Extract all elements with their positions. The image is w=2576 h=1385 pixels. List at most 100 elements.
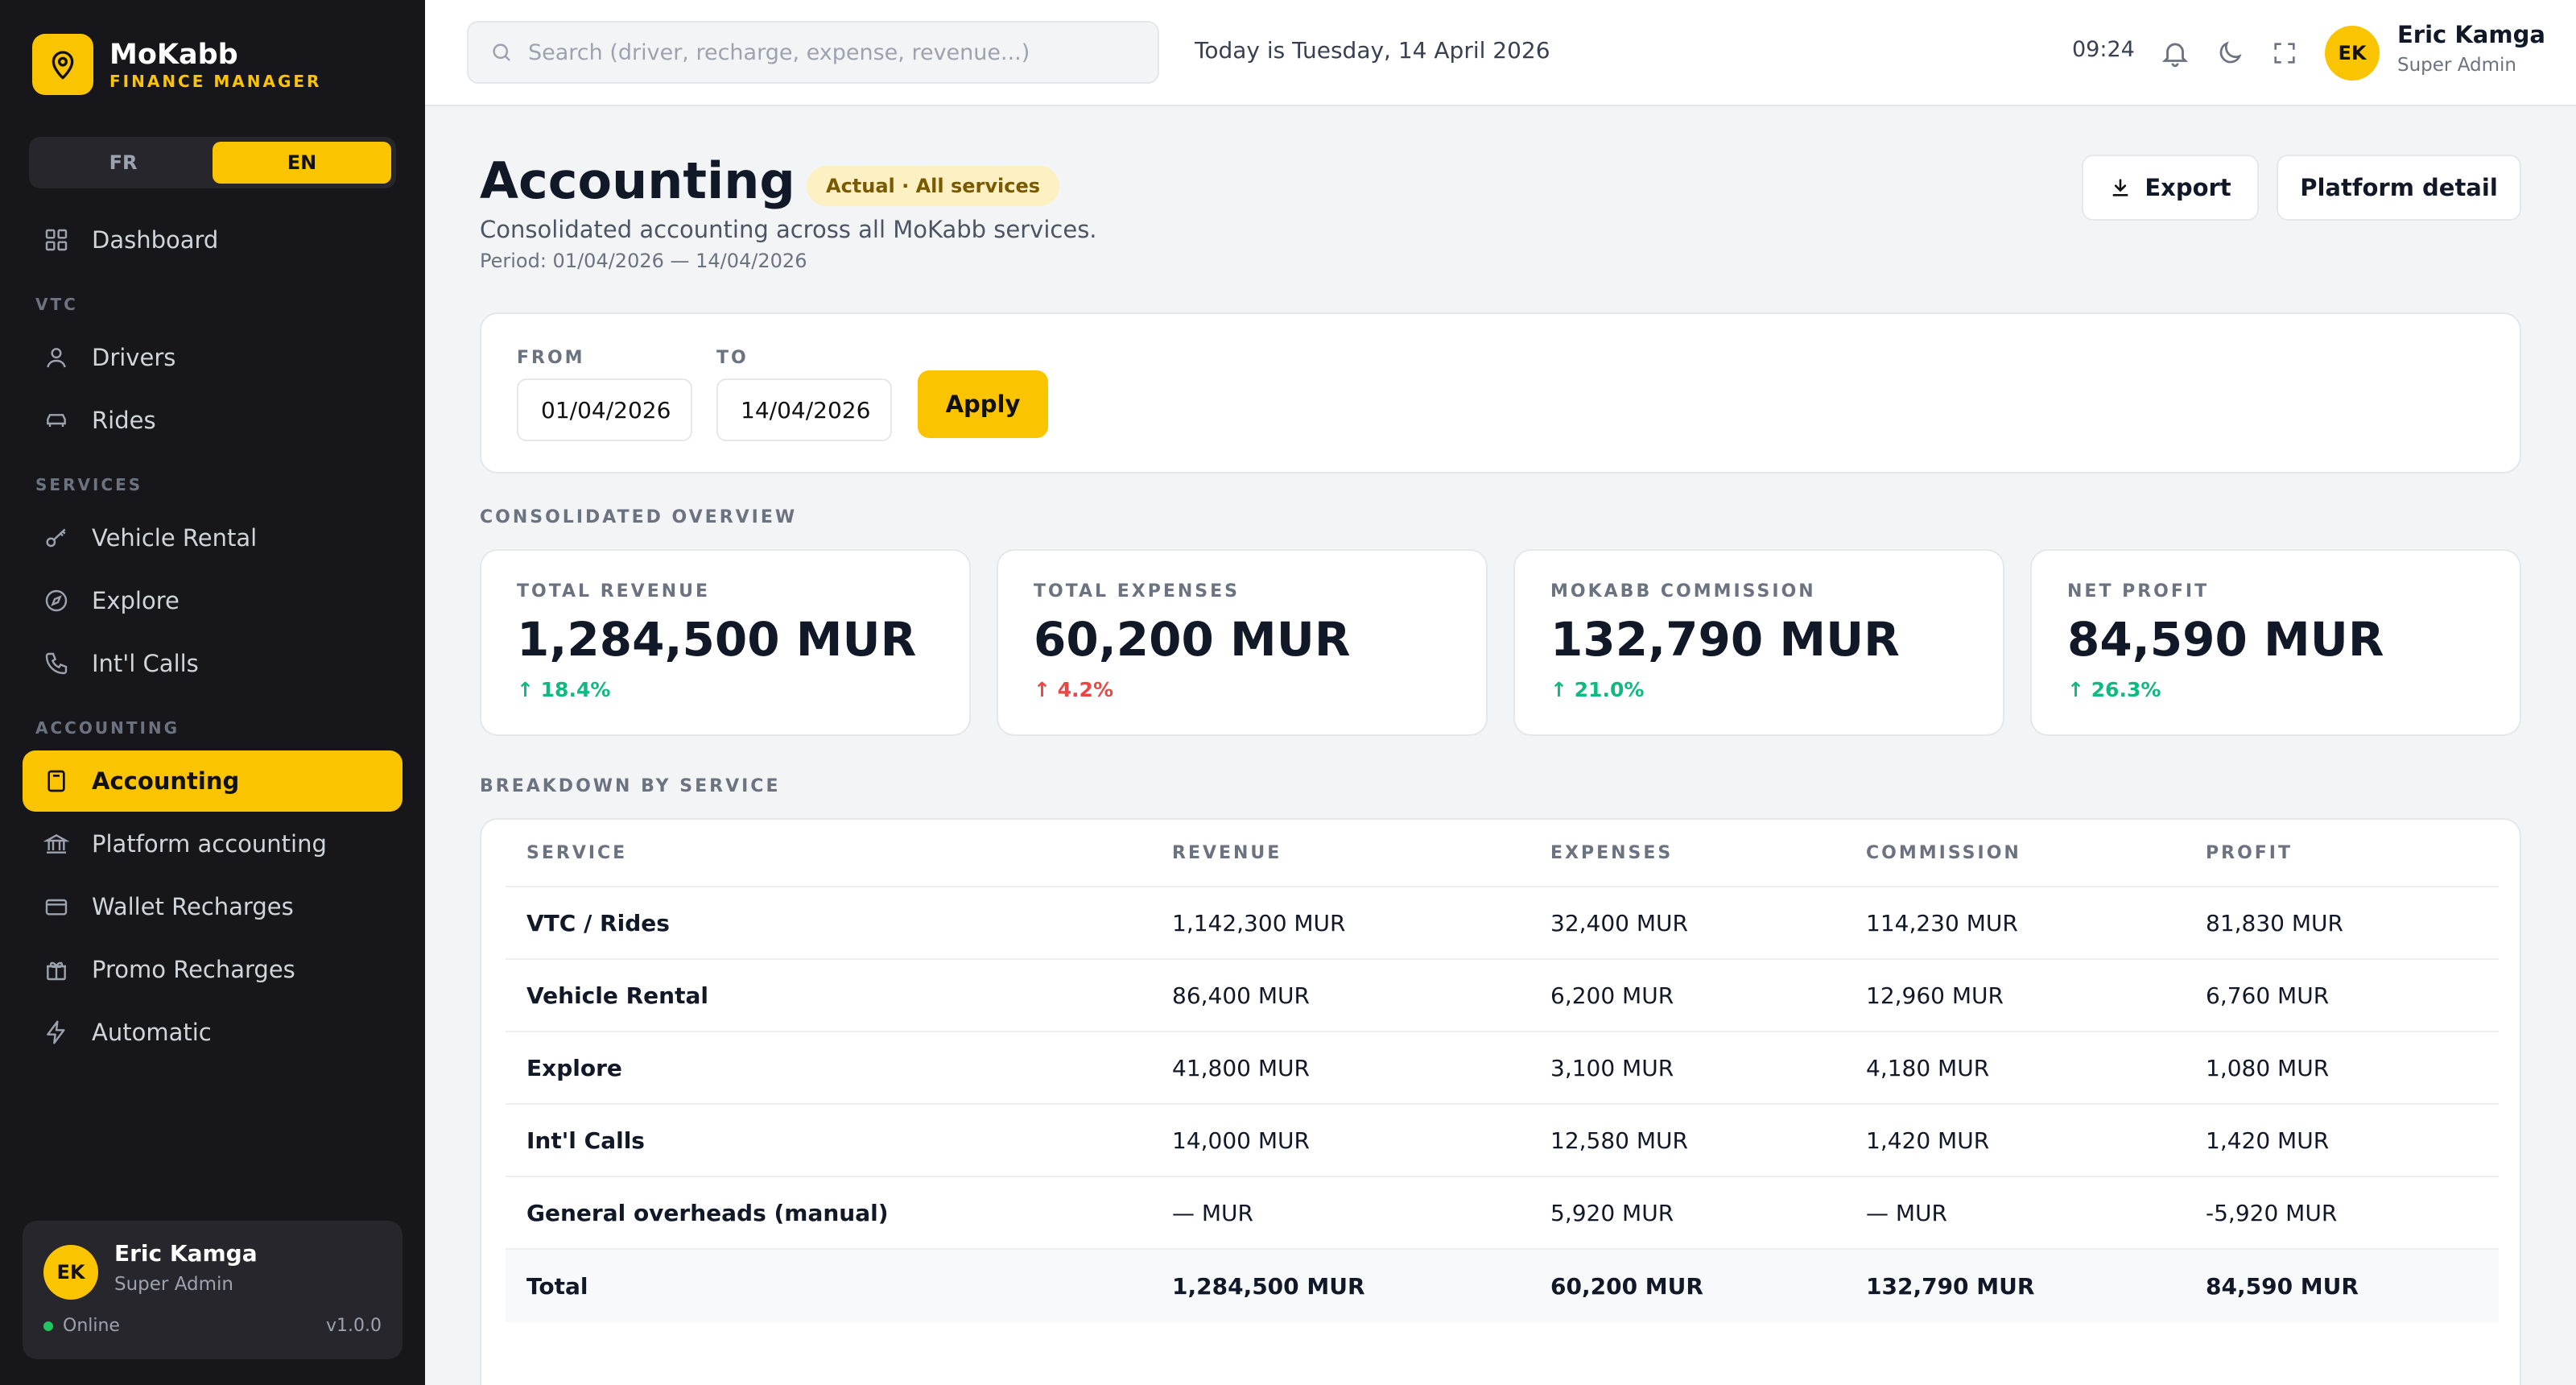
sidebar: MoKabb FINANCE MANAGER FR EN Dashboard V…: [0, 0, 425, 1385]
today-date: Today is Tuesday, 14 April 2026: [1195, 37, 1550, 64]
cell-commission: 12,960 MUR: [1866, 982, 2004, 1009]
column-header: SERVICE: [526, 842, 628, 863]
cell-service: VTC / Rides: [526, 909, 670, 936]
period-text: Period: 01/04/2026 — 14/04/2026: [480, 250, 807, 272]
cell-service: Int'l Calls: [526, 1127, 645, 1154]
cell-expenses: 32,400 MUR: [1550, 909, 1688, 936]
sidebar-item-label: Promo Recharges: [92, 956, 295, 983]
bell-icon[interactable]: [2157, 35, 2193, 71]
cell-revenue: 1,284,500 MUR: [1172, 1272, 1365, 1300]
export-button[interactable]: Export: [2082, 155, 2259, 221]
cell-profit: 1,420 MUR: [2206, 1127, 2330, 1154]
cell-commission: 114,230 MUR: [1866, 909, 2018, 936]
sidebar-item-promo-recharges[interactable]: Promo Recharges: [23, 939, 402, 1000]
kpi-total-expenses: TOTAL EXPENSES 60,200 MUR ↑ 4.2%: [997, 549, 1488, 736]
kpi-label: MOKABB COMMISSION: [1550, 581, 1816, 602]
kpi-value: 1,284,500 MUR: [517, 612, 917, 667]
sidebar-item-explore[interactable]: Explore: [23, 570, 402, 631]
kpi-delta: ↑ 4.2%: [1034, 678, 1113, 701]
apply-button[interactable]: Apply: [918, 370, 1048, 438]
status-indicator: Online: [43, 1316, 120, 1336]
overview-title: CONSOLIDATED OVERVIEW: [480, 507, 798, 527]
sidebar-item-drivers[interactable]: Drivers: [23, 327, 402, 388]
table-row[interactable]: Explore 41,800 MUR 3,100 MUR 4,180 MUR 1…: [506, 1032, 2499, 1105]
phone-icon: [42, 649, 71, 678]
sidebar-item-label: Automatic: [92, 1019, 212, 1046]
nav-section-services: SERVICES: [35, 475, 143, 494]
column-header: COMMISSION: [1866, 842, 2021, 863]
cell-expenses: 5,920 MUR: [1550, 1199, 1674, 1226]
key-icon: [42, 523, 71, 552]
car-icon: [42, 406, 71, 435]
credit-card-icon: [42, 892, 71, 921]
search-bar[interactable]: [467, 21, 1159, 84]
lang-fr-button[interactable]: FR: [34, 142, 213, 184]
moon-icon[interactable]: [2212, 35, 2248, 71]
cell-expenses: 12,580 MUR: [1550, 1127, 1688, 1154]
header-user-role: Super Admin: [2397, 55, 2516, 76]
cell-expenses: 6,200 MUR: [1550, 982, 1674, 1009]
kpi-delta: ↑ 21.0%: [1550, 678, 1645, 701]
page-subtitle: Consolidated accounting across all MoKab…: [480, 216, 1097, 243]
map-pin-icon: [32, 34, 93, 95]
header-avatar[interactable]: EK: [2325, 26, 2380, 81]
status-text: Online: [63, 1316, 120, 1336]
sidebar-item-rides[interactable]: Rides: [23, 390, 402, 451]
cell-commission: 1,420 MUR: [1866, 1127, 1990, 1154]
table-row[interactable]: Int'l Calls 14,000 MUR 12,580 MUR 1,420 …: [506, 1105, 2499, 1177]
cell-service: Explore: [526, 1054, 622, 1081]
lang-en-button[interactable]: EN: [213, 142, 391, 184]
date-filter-card: FROM TO Apply: [480, 312, 2521, 473]
cell-commission: — MUR: [1866, 1199, 1948, 1226]
sidebar-item-dashboard[interactable]: Dashboard: [23, 209, 402, 271]
avatar: EK: [43, 1245, 98, 1300]
brand[interactable]: MoKabb FINANCE MANAGER: [32, 34, 321, 95]
cell-service: Total: [526, 1272, 588, 1300]
sidebar-item-label: Int'l Calls: [92, 650, 199, 677]
sidebar-nav: Dashboard VTC Drivers Rides SERVICES Veh…: [23, 209, 402, 1065]
page-title: Accounting: [480, 151, 795, 210]
sidebar-item-label: Dashboard: [92, 226, 219, 254]
table-row[interactable]: VTC / Rides 1,142,300 MUR 32,400 MUR 114…: [506, 887, 2499, 960]
from-date-input[interactable]: [517, 378, 692, 441]
grid-icon: [42, 225, 71, 254]
table-header-row: SERVICE REVENUE EXPENSES COMMISSION PROF…: [506, 820, 2499, 887]
search-input[interactable]: [528, 39, 1140, 65]
user-name: Eric Kamga: [114, 1240, 258, 1267]
sidebar-item-label: Wallet Recharges: [92, 893, 294, 920]
sidebar-item-accounting[interactable]: Accounting: [23, 750, 402, 812]
platform-detail-button[interactable]: Platform detail: [2277, 155, 2521, 221]
sidebar-item-wallet-recharges[interactable]: Wallet Recharges: [23, 876, 402, 937]
sidebar-item-label: Explore: [92, 587, 180, 614]
table-row[interactable]: General overheads (manual) — MUR 5,920 M…: [506, 1177, 2499, 1250]
kpi-label: NET PROFIT: [2067, 581, 2210, 602]
user-role: Super Admin: [114, 1274, 233, 1295]
sidebar-item-intl-calls[interactable]: Int'l Calls: [23, 633, 402, 694]
sidebar-item-label: Vehicle Rental: [92, 524, 258, 552]
cell-profit: 84,590 MUR: [2206, 1272, 2359, 1300]
column-header: REVENUE: [1172, 842, 1282, 863]
sidebar-user-card[interactable]: EK Eric Kamga Super Admin Online v1.0.0: [23, 1221, 402, 1359]
fullscreen-icon[interactable]: [2267, 35, 2302, 71]
cell-commission: 132,790 MUR: [1866, 1272, 2035, 1300]
kpi-net-profit: NET PROFIT 84,590 MUR ↑ 26.3%: [2030, 549, 2521, 736]
calculator-icon: [42, 767, 71, 796]
table-row[interactable]: Vehicle Rental 86,400 MUR 6,200 MUR 12,9…: [506, 960, 2499, 1032]
to-date-input[interactable]: [716, 378, 892, 441]
cell-profit: 6,760 MUR: [2206, 982, 2330, 1009]
cell-expenses: 3,100 MUR: [1550, 1054, 1674, 1081]
sidebar-item-platform-accounting[interactable]: Platform accounting: [23, 813, 402, 874]
sidebar-item-automatic[interactable]: Automatic: [23, 1002, 402, 1063]
cell-profit: 81,830 MUR: [2206, 909, 2343, 936]
kpi-value: 84,590 MUR: [2067, 612, 2384, 667]
kpi-value: 60,200 MUR: [1034, 612, 1351, 667]
cell-revenue: 86,400 MUR: [1172, 982, 1310, 1009]
breakdown-title: BREAKDOWN BY SERVICE: [480, 776, 781, 796]
app-version: v1.0.0: [326, 1316, 382, 1336]
from-label: FROM: [517, 348, 585, 368]
sidebar-item-vehicle-rental[interactable]: Vehicle Rental: [23, 507, 402, 568]
sidebar-item-label: Rides: [92, 407, 156, 434]
cell-revenue: 14,000 MUR: [1172, 1127, 1310, 1154]
column-header: PROFIT: [2206, 842, 2293, 863]
kpi-delta: ↑ 18.4%: [517, 678, 611, 701]
